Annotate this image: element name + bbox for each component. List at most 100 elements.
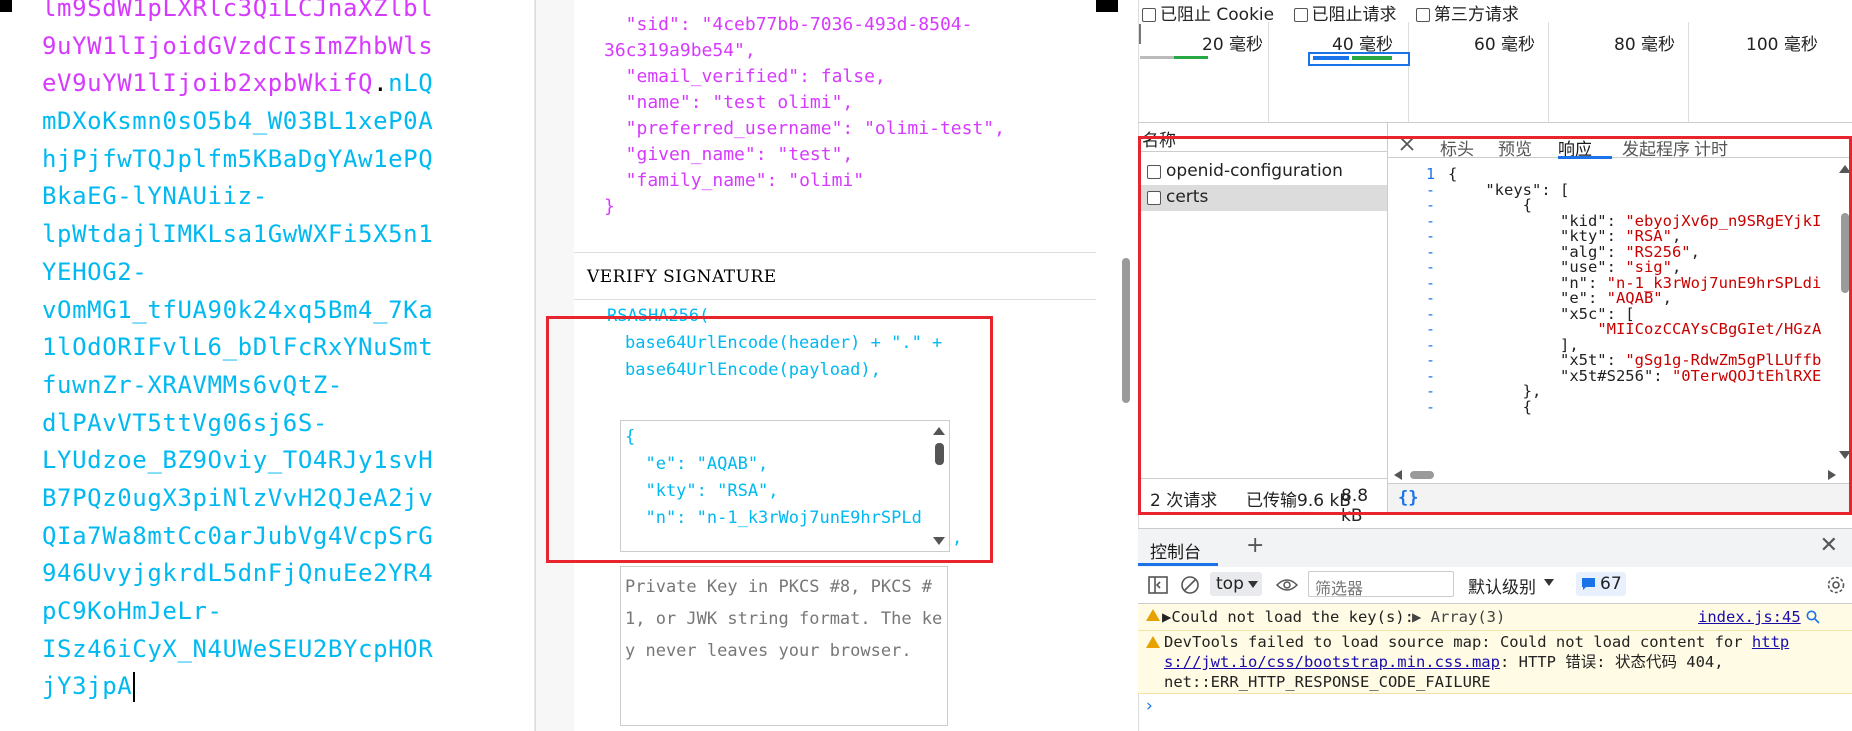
tab-initiator[interactable]: 发起程序 [1622, 135, 1690, 160]
warning-text[interactable]: DevTools failed to load source map: Coul… [1164, 632, 1844, 692]
transferred-size: 已传输9.6 kB [1246, 491, 1351, 511]
close-icon[interactable] [1400, 137, 1414, 151]
pretty-print-bar: {} [1388, 483, 1852, 514]
timeline-gridline [1548, 22, 1549, 122]
message-count-badge[interactable]: 67 [1576, 572, 1626, 596]
text-caret [133, 672, 136, 703]
close-drawer-icon[interactable]: ✕ [1820, 533, 1838, 558]
key-line: "n": "n-1_k3rWoj7unE9hrSPLd [625, 508, 922, 528]
key-line: "kty": "RSA", [625, 481, 779, 501]
token-segment: pC9KoHmJeLr- [42, 597, 223, 625]
line-number: - [1426, 397, 1436, 416]
scroll-up-icon[interactable] [1839, 165, 1851, 173]
scroll-down-icon[interactable] [1839, 451, 1851, 459]
name-column-header[interactable]: 名称 [1138, 123, 1387, 152]
timeline-bar [1313, 56, 1349, 60]
network-status-bar: 2 次请求 已传输9.6 kB 8.8 kB [1138, 478, 1387, 526]
source-map-link[interactable]: http [1752, 633, 1789, 651]
warning-text[interactable]: ▶Could not load the key(s): [1162, 608, 1414, 626]
code-token: , [1690, 242, 1700, 261]
payload-json[interactable]: "sid": "4ceb77bb-7036-493d-8504- 36c319a… [604, 12, 1005, 220]
signature-payload-line: base64UrlEncode(payload), [625, 360, 881, 380]
console-warning-row[interactable]: ▶Could not load the key(s): ▶ Array(3) i… [1138, 604, 1852, 631]
resize-handle[interactable] [1122, 258, 1130, 403]
console-warning-row[interactable]: DevTools failed to load source map: Coul… [1138, 631, 1852, 694]
tab-headers[interactable]: 标头 [1440, 135, 1474, 160]
tab-console[interactable]: 控制台 [1150, 538, 1201, 563]
scroll-up-icon[interactable] [933, 427, 945, 435]
token-segment: B7PQz0ugX3piNlzVvH2QJeA2jv [42, 483, 434, 512]
active-tab-indicator [1558, 156, 1612, 159]
payload-section[interactable]: "sid": "4ceb77bb-7036-493d-8504- 36c319a… [574, 0, 1096, 253]
scroll-left-icon[interactable] [1394, 470, 1402, 480]
token-line: fuwnZr-XRAVMMs6vQtZ- [42, 367, 433, 405]
token-line: BkaEG-lYNAUiiz- [42, 178, 433, 216]
console-prompt[interactable]: › [1146, 696, 1153, 716]
console-drawer-tabs: 控制台 + ✕ [1138, 528, 1852, 568]
token-segment: BkaEG-lYNAUiiz- [42, 182, 268, 211]
verify-signature-title: VERIFY SIGNATURE [587, 267, 777, 287]
private-key-textarea[interactable]: Private Key in PKCS #8, PKCS #1, or JWK … [620, 566, 948, 726]
response-vertical-scrollbar[interactable] [1838, 163, 1852, 463]
scroll-thumb[interactable] [1410, 471, 1434, 479]
devtools-resize-bar[interactable] [1118, 0, 1139, 731]
checkbox[interactable] [1293, 8, 1308, 22]
token-segment: YEHOG2- [42, 257, 148, 286]
timeline-bar [1174, 56, 1208, 59]
tab-preview[interactable]: 预览 [1498, 135, 1532, 160]
checkbox[interactable] [1142, 8, 1156, 22]
key-scrollbar[interactable] [929, 421, 949, 551]
checkbox[interactable] [1147, 165, 1161, 179]
token-segment: ISz46iCyX_N4UWeSEU2BYcpHOR [42, 634, 434, 663]
context-selector[interactable]: top [1210, 572, 1262, 596]
token-line: 1lOdORIFvlL6_bDlFcRxYNuSmt [42, 329, 433, 367]
key-scroll-thumb[interactable] [935, 443, 944, 465]
source-link[interactable]: index.js:45 [1698, 608, 1801, 626]
response-viewer[interactable]: 1{- "keys": [- {- "kid": "ebyojXv6p_n9SR… [1388, 163, 1852, 463]
code-token: "0TerwQOJtEhlRXE [1671, 366, 1822, 385]
console-toolbar: top 筛选器 默认级别 67 [1138, 567, 1852, 604]
array-expander[interactable]: ▶ Array(3) [1412, 608, 1505, 626]
console-filter-input[interactable]: 筛选器 [1308, 571, 1454, 598]
request-row[interactable]: openid-configuration [1138, 159, 1387, 185]
token-segment: 1lOdORIFvlL6_bDlFcRxYNuSmt [42, 333, 434, 362]
network-filters: 已阻止 Cookie 已阻止请求 第三方请求 [1142, 0, 1533, 25]
timeline-tick: 100 毫秒 [1746, 35, 1818, 55]
dropdown-icon [1544, 579, 1554, 586]
devtools-panel: 已阻止 Cookie 已阻止请求 第三方请求 20 毫秒 40 毫秒 60 毫秒… [1118, 0, 1852, 731]
log-level-selector[interactable]: 默认级别 [1468, 573, 1554, 598]
request-row-selected[interactable]: certs [1138, 185, 1387, 211]
checkbox[interactable] [1415, 8, 1430, 22]
scroll-down-icon[interactable] [933, 537, 945, 545]
token-line: vOmMG1_tfUA90k24xq5Bm4_7Ka [42, 292, 433, 330]
token-segment: lm9SdW1pLXRlc3QiLCJnaXZlbl [42, 0, 434, 22]
gear-icon[interactable] [1826, 575, 1846, 595]
eye-icon[interactable] [1276, 577, 1298, 593]
encoded-token-panel[interactable]: lm9SdW1pLXRlc3QiLCJnaXZlbl 9uYW1lIjoidGVz… [12, 0, 535, 731]
scroll-right-icon[interactable] [1828, 470, 1836, 480]
sidebar-toggle-icon[interactable] [1148, 576, 1168, 594]
decoded-panel: "sid": "4ceb77bb-7036-493d-8504- 36c319a… [574, 0, 1096, 731]
tab-timing[interactable]: 计时 [1694, 135, 1728, 160]
timeline-tick: 80 毫秒 [1614, 35, 1676, 55]
token-line: mDXoKsmn0sO5b4_W03BL1xeP0A [42, 103, 433, 141]
token-line: pC9KoHmJeLr- [42, 593, 433, 631]
search-icon[interactable] [1806, 610, 1820, 624]
timeline-marker [1139, 24, 1141, 44]
pretty-print-button[interactable]: {} [1398, 488, 1418, 508]
source-map-link[interactable]: s://jwt.io/css/bootstrap.min.css.map [1164, 653, 1500, 671]
network-timeline[interactable]: 20 毫秒 40 毫秒 60 毫秒 80 毫秒 100 毫秒 [1138, 22, 1852, 123]
token-segment: jY3jpA [42, 672, 133, 701]
token-segment: eV9uYW1lIjoib2xpbWkifQ [42, 69, 374, 98]
token-line: lm9SdW1pLXRlc3QiLCJnaXZlbl [42, 0, 433, 28]
add-tab-icon[interactable]: + [1246, 533, 1264, 558]
checkbox[interactable] [1147, 191, 1161, 205]
public-key-textarea[interactable]: { "e": "AQAB", "kty": "RSA", "n": "n-1_k… [620, 420, 950, 552]
clear-console-icon[interactable] [1180, 575, 1200, 595]
request-list: 名称 openid-configuration certs [1138, 123, 1388, 513]
response-horizontal-scrollbar[interactable] [1388, 467, 1852, 483]
scroll-thumb[interactable] [1841, 213, 1849, 293]
token-line: ISz46iCyX_N4UWeSEU2BYcpHOR [42, 631, 433, 669]
encoded-token-text[interactable]: lm9SdW1pLXRlc3QiLCJnaXZlbl 9uYW1lIjoidGVz… [42, 0, 433, 706]
timeline-gridline [1408, 22, 1409, 122]
